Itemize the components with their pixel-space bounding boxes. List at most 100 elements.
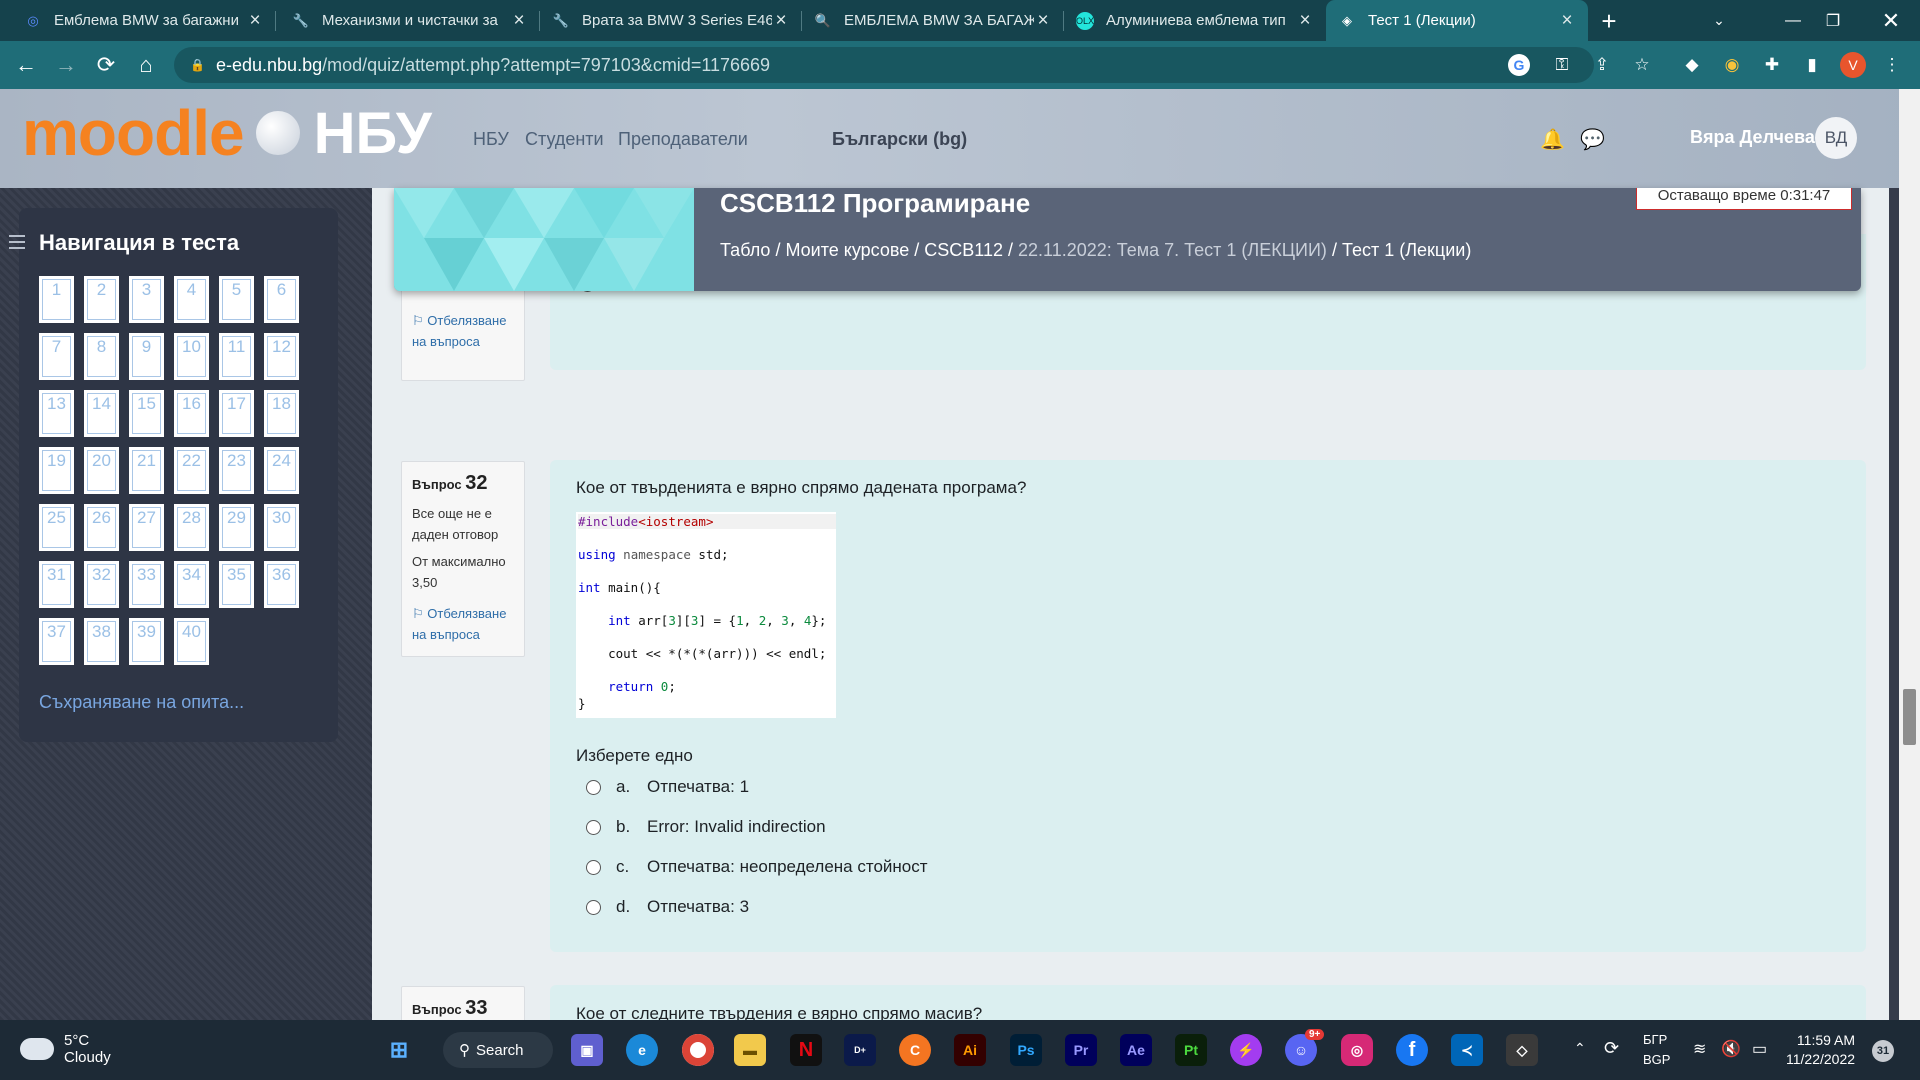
taskbar-search[interactable]: ⚲ Search (443, 1032, 553, 1068)
start-button-icon[interactable]: ⊞ (383, 1034, 415, 1066)
close-tab-icon[interactable]: × (510, 10, 528, 32)
close-window-button[interactable]: ✕ (1868, 0, 1914, 41)
question-nav-button[interactable]: 39 (129, 618, 164, 665)
side-panel-icon[interactable]: ▮ (1798, 51, 1826, 79)
lock-icon[interactable]: 🔒 (190, 58, 205, 72)
breadcrumb-item[interactable]: Табло (720, 240, 770, 260)
question-nav-button[interactable]: 3 (129, 276, 164, 323)
site-logo[interactable]: moodle НБУ (22, 93, 432, 173)
close-tab-icon[interactable]: × (1296, 10, 1314, 32)
question-nav-button[interactable]: 24 (264, 447, 299, 494)
weather-widget[interactable]: 5°C Cloudy (20, 1032, 111, 1066)
nav-link-students[interactable]: Студенти (525, 129, 604, 150)
painter-icon[interactable]: Pt (1175, 1034, 1207, 1066)
question-nav-button[interactable]: 30 (264, 504, 299, 551)
extension-ninja-icon[interactable]: ◆ (1678, 51, 1706, 79)
close-tab-icon[interactable]: × (1034, 10, 1052, 32)
notification-badge[interactable]: 31 (1872, 1040, 1894, 1062)
radio-d[interactable] (586, 899, 601, 915)
breadcrumb-item[interactable]: CSCB112 (924, 240, 1003, 260)
address-bar[interactable]: 🔒 e-edu.nbu.bg/mod/quiz/attempt.php?atte… (174, 47, 1594, 83)
premiere-icon[interactable]: Pr (1065, 1034, 1097, 1066)
system-clock[interactable]: 11:59 AM 11/22/2022 (1786, 1031, 1855, 1069)
question-nav-button[interactable]: 4 (174, 276, 209, 323)
question-nav-button[interactable]: 27 (129, 504, 164, 551)
extensions-puzzle-icon[interactable]: ✚ (1758, 51, 1786, 79)
after-effects-icon[interactable]: Ae (1120, 1034, 1152, 1066)
bookmark-star-icon[interactable]: ☆ (1628, 51, 1656, 79)
instagram-icon[interactable]: ◎ (1341, 1034, 1373, 1066)
reload-button[interactable]: ⟳ (88, 47, 124, 83)
question-nav-button[interactable]: 17 (219, 390, 254, 437)
vscode-icon[interactable]: ≺ (1451, 1034, 1483, 1066)
edge-icon[interactable]: e (626, 1034, 658, 1066)
key-icon[interactable]: ⚿ (1548, 51, 1576, 79)
question-nav-button[interactable]: 32 (84, 561, 119, 608)
input-language[interactable]: БГР BGP (1643, 1030, 1670, 1070)
question-nav-button[interactable]: 33 (129, 561, 164, 608)
volume-muted-icon[interactable]: 🔇 (1721, 1039, 1741, 1059)
question-nav-button[interactable]: 7 (39, 333, 74, 380)
browser-tab[interactable]: 🔍 ЕМБЛЕМА BMW ЗА БАГАЖ × (802, 0, 1064, 41)
tab-search-icon[interactable]: ⌄ (1696, 0, 1742, 41)
profile-avatar[interactable]: V (1840, 52, 1866, 78)
question-nav-button[interactable]: 16 (174, 390, 209, 437)
google-icon[interactable]: G (1508, 54, 1530, 76)
nav-link-teachers[interactable]: Преподаватели (618, 129, 748, 150)
question-nav-button[interactable]: 23 (219, 447, 254, 494)
breadcrumb-item[interactable]: 22.11.2022: Тема 7. Тест 1 (ЛЕКЦИИ) (1018, 240, 1327, 260)
tray-overflow-icon[interactable]: ⌃ (1574, 1040, 1586, 1057)
flag-question-link[interactable]: ⚐ Отбелязване на въпроса (412, 603, 514, 645)
question-nav-button[interactable]: 10 (174, 333, 209, 380)
question-nav-button[interactable]: 12 (264, 333, 299, 380)
browser-menu-icon[interactable]: ⋮ (1878, 51, 1906, 79)
hamburger-icon[interactable] (9, 235, 25, 249)
question-nav-button[interactable]: 6 (264, 276, 299, 323)
language-menu[interactable]: Български (bg) (832, 129, 967, 150)
bell-icon[interactable]: 🔔 (1540, 127, 1565, 151)
close-tab-icon[interactable]: × (772, 10, 790, 32)
chrome-icon[interactable] (682, 1034, 714, 1066)
forward-button[interactable]: → (48, 47, 84, 83)
question-nav-button[interactable]: 19 (39, 447, 74, 494)
answer-option-a[interactable]: a. Отпечатва: 1 (586, 777, 749, 797)
close-tab-icon[interactable]: × (246, 10, 264, 32)
page-scrollbar[interactable] (1899, 89, 1920, 1020)
question-nav-button[interactable]: 14 (84, 390, 119, 437)
browser-tab[interactable]: ◎ Емблема BMW за багажни × (12, 0, 276, 41)
question-nav-button[interactable]: 18 (264, 390, 299, 437)
breadcrumb-item[interactable]: Моите курсове (785, 240, 909, 260)
question-nav-button[interactable]: 22 (174, 447, 209, 494)
question-nav-button[interactable]: 15 (129, 390, 164, 437)
question-nav-button[interactable]: 28 (174, 504, 209, 551)
disney-plus-icon[interactable]: D+ (844, 1034, 876, 1066)
netflix-icon[interactable]: N (790, 1034, 822, 1066)
home-button[interactable]: ⌂ (128, 47, 164, 83)
radio-a[interactable] (586, 779, 601, 795)
question-nav-button[interactable]: 25 (39, 504, 74, 551)
question-nav-button[interactable]: 38 (84, 618, 119, 665)
messenger-icon[interactable]: ⚡ (1230, 1034, 1262, 1066)
crunchyroll-icon[interactable]: C (899, 1034, 931, 1066)
question-nav-button[interactable]: 29 (219, 504, 254, 551)
facebook-icon[interactable]: f (1396, 1034, 1428, 1066)
user-avatar[interactable]: ВД (1815, 117, 1857, 159)
browser-tab[interactable]: 🔧 Врата за BMW 3 Series E46 × (540, 0, 802, 41)
answer-option-b[interactable]: b. Error: Invalid indirection (586, 817, 826, 837)
extension-honey-icon[interactable]: ◉ (1718, 51, 1746, 79)
new-tab-button[interactable]: + (1594, 6, 1624, 36)
battery-icon[interactable]: ▭ (1752, 1039, 1767, 1059)
nav-link-nbu[interactable]: НБУ (473, 129, 509, 150)
answer-option-d[interactable]: d. Отпечатва: 3 (586, 897, 749, 917)
messages-icon[interactable]: 💬 (1580, 127, 1605, 151)
browser-tab-active[interactable]: ◈ Тест 1 (Лекции) × (1326, 0, 1588, 41)
wifi-icon[interactable]: ≋ (1693, 1039, 1706, 1059)
question-nav-button[interactable]: 26 (84, 504, 119, 551)
browser-tab[interactable]: OLX Алуминиева емблема тип × (1064, 0, 1326, 41)
question-nav-button[interactable]: 1 (39, 276, 74, 323)
teams-chat-icon[interactable]: ▣ (571, 1034, 603, 1066)
user-name[interactable]: Вяра Делчева (1690, 127, 1815, 148)
save-attempt-link[interactable]: Съхраняване на опита... (39, 692, 244, 713)
browser-tab[interactable]: 🔧 Механизми и чистачки за × (280, 0, 540, 41)
question-nav-button[interactable]: 5 (219, 276, 254, 323)
